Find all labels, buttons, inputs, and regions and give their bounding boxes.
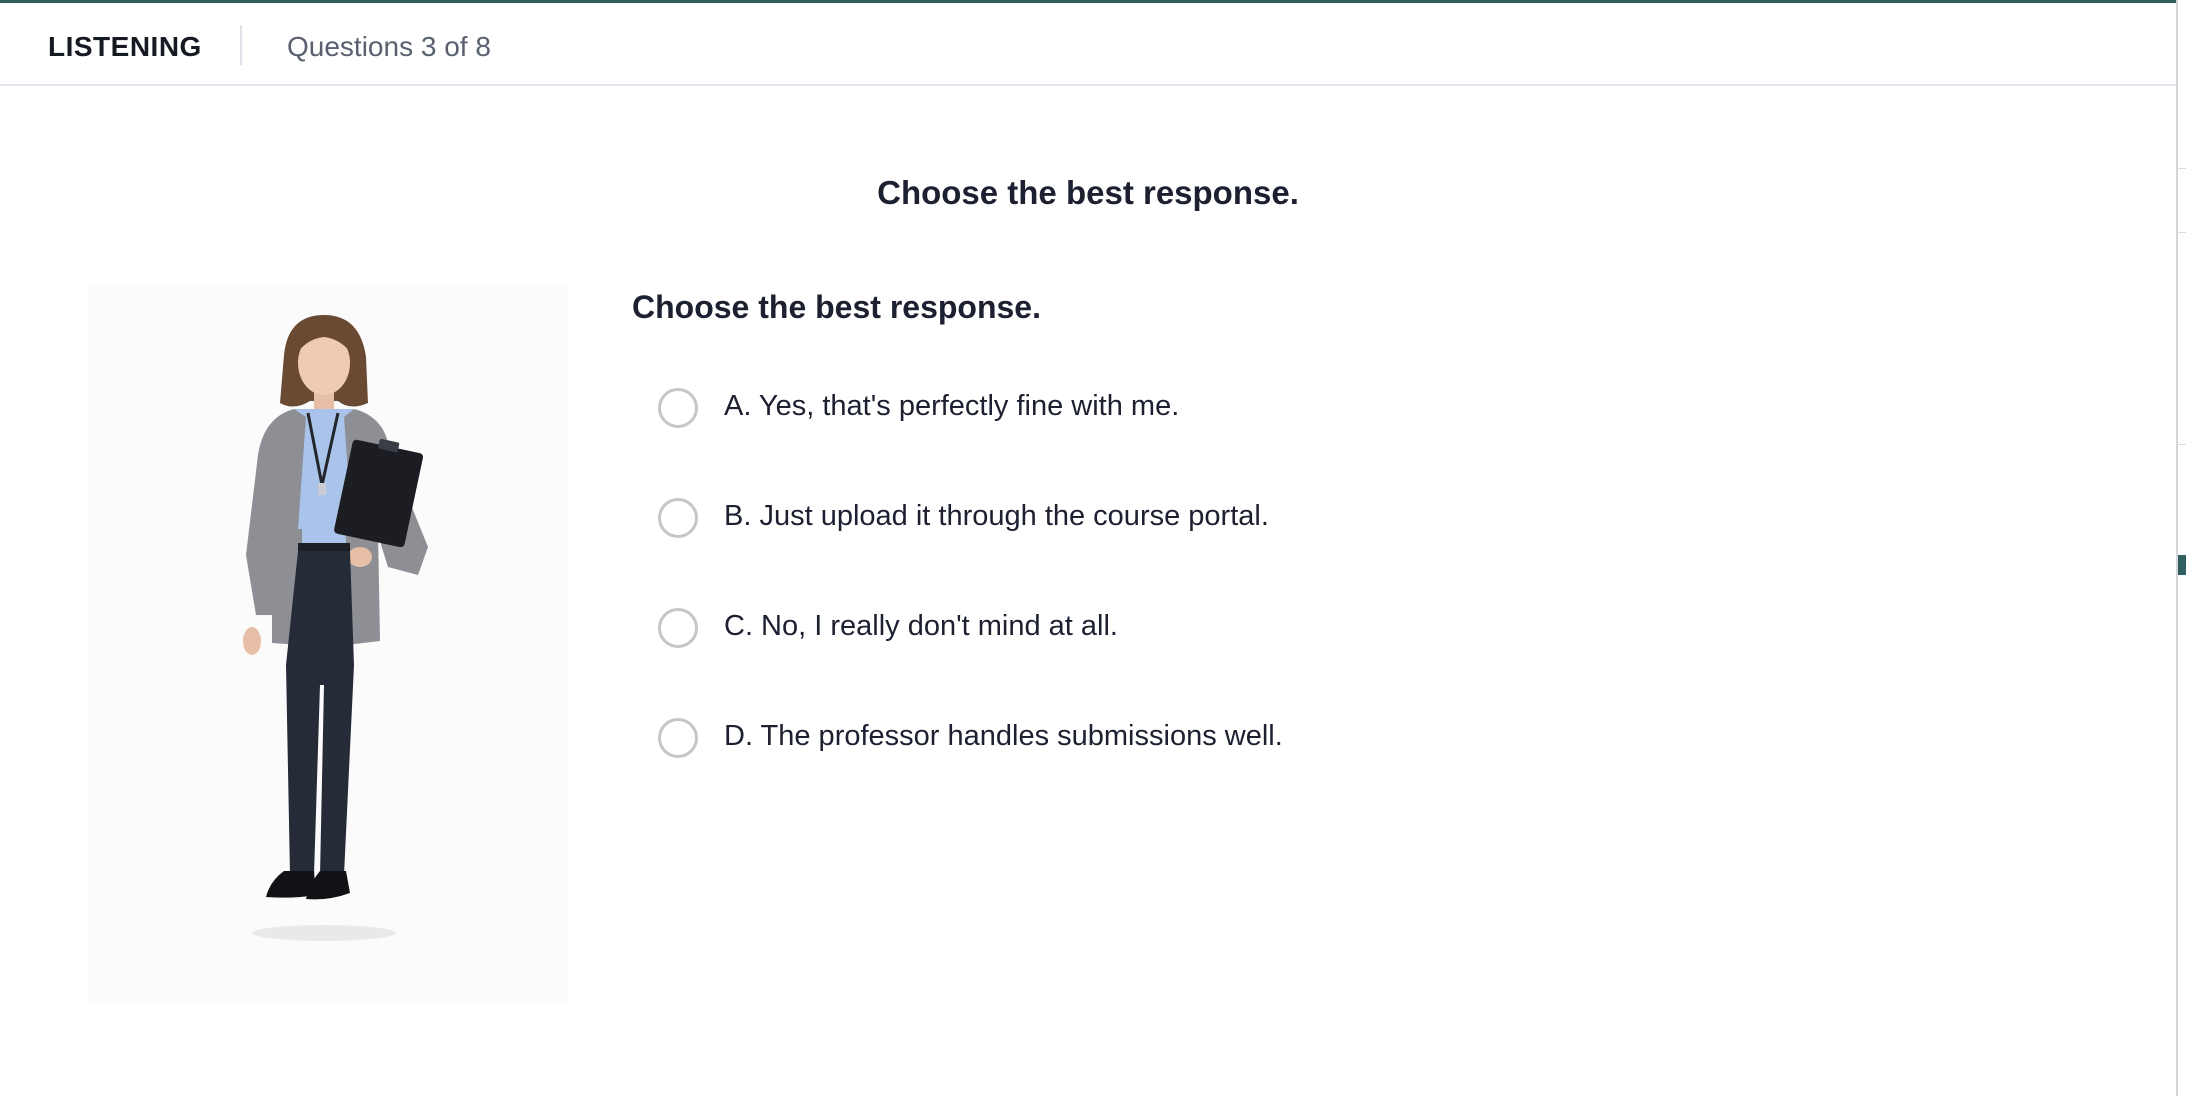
speaker-woman-illustration-icon (243, 315, 428, 941)
panel-divider (2178, 444, 2186, 445)
panel-accent-bar (2178, 555, 2186, 575)
option-label[interactable]: B. Just upload it through the course por… (724, 498, 1269, 534)
option-label[interactable]: A. Yes, that's perfectly fine with me. (724, 388, 1179, 424)
option-a[interactable]: A. Yes, that's perfectly fine with me. (658, 378, 1458, 488)
option-c[interactable]: C. No, I really don't mind at all. (658, 598, 1458, 708)
header-divider (240, 25, 242, 65)
test-header: LISTENING Questions 3 of 8 (0, 3, 2176, 86)
option-label[interactable]: D. The professor handles submissions wel… (724, 718, 1283, 754)
radio-button-unchecked-icon[interactable] (658, 718, 698, 758)
listening-test-page: LISTENING Questions 3 of 8 Choose the be… (0, 0, 2186, 1096)
question-progress: Questions 3 of 8 (287, 31, 491, 62)
answer-options: A. Yes, that's perfectly fine with me. B… (658, 378, 1458, 818)
radio-button-unchecked-icon[interactable] (658, 608, 698, 648)
option-label[interactable]: C. No, I really don't mind at all. (724, 608, 1118, 644)
option-b[interactable]: B. Just upload it through the course por… (658, 488, 1458, 598)
panel-divider (2178, 232, 2186, 233)
adjacent-window-edge (2176, 0, 2186, 1096)
option-d[interactable]: D. The professor handles submissions wel… (658, 708, 1458, 818)
speaker-illustration (88, 285, 568, 1003)
question-prompt: Choose the best response. (632, 289, 1041, 325)
panel-divider (2178, 168, 2186, 169)
radio-button-unchecked-icon[interactable] (658, 498, 698, 538)
instruction-text: Choose the best response. (877, 174, 1299, 211)
section-title: LISTENING (48, 31, 202, 62)
radio-button-unchecked-icon[interactable] (658, 388, 698, 428)
